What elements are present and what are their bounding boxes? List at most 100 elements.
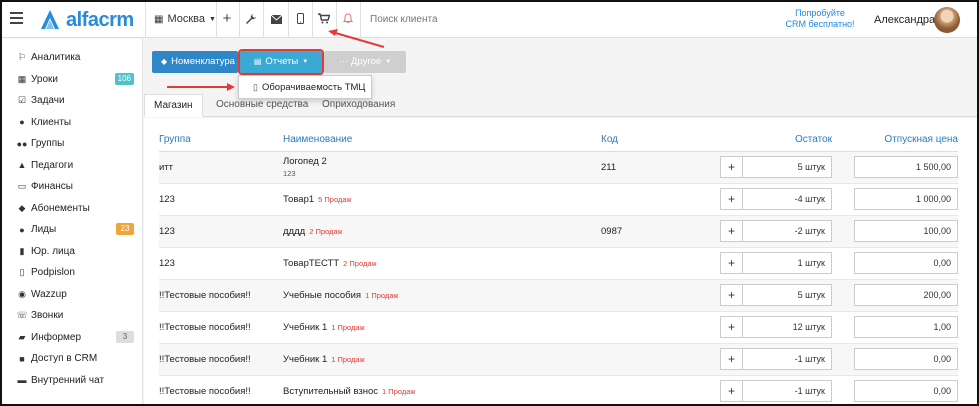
cell-name[interactable]: Вступительный взнос 1 Продаж [283,375,601,404]
sales-count[interactable]: 2 Продаж [309,227,342,236]
stock-field[interactable]: + -1 штук [720,348,832,370]
product-name[interactable]: Логопед 2 [283,156,327,167]
sidebar-item-1[interactable]: ▦ Уроки 106 [2,69,142,91]
price-input[interactable]: 200,00 [854,284,958,306]
sidebar-item-7[interactable]: ◆ Абонементы [2,198,142,220]
sidebar-item-13[interactable]: ▰ Информер 3 [2,327,142,349]
price-input[interactable]: 100,00 [854,220,958,242]
mail-icon[interactable] [268,13,284,27]
cell-name[interactable]: ТоварТЕСТТ 2 Продаж [283,247,601,280]
stock-field[interactable]: +1 штук [720,252,832,274]
plus-icon[interactable]: + [721,381,743,401]
plus-icon[interactable]: + [721,221,743,241]
stock-field[interactable]: + -2 штук [720,220,832,242]
sales-count[interactable]: 5 Продаж [318,195,351,204]
header-price[interactable]: Отпускная цена [832,129,958,152]
stock-field[interactable]: + -4 штук [720,188,832,210]
plus-icon[interactable]: + [721,349,743,369]
header-stock[interactable]: Остаток [716,129,832,152]
sidebar-item-3[interactable]: ● Клиенты [2,112,142,134]
sidebar-item-14[interactable]: ■ Доступ в CRM [2,348,142,370]
bell-icon[interactable] [340,13,356,27]
tab-shop[interactable]: Магазин [144,94,203,117]
branch-selector[interactable]: ▦ Москва ▼ [154,13,216,25]
price-input[interactable]: 0,00 [854,252,958,274]
product-name[interactable]: Учебные пособия [283,290,361,301]
product-name[interactable]: Учебник 1 [283,322,327,333]
cell-price: 0,00 [832,375,958,404]
nomenclature-button[interactable]: ◆ Номенклатура [152,51,238,73]
cell-name[interactable]: Товар1 5 Продаж [283,183,601,216]
price-input[interactable]: 0,00 [854,380,958,402]
group-text: 123 [159,257,175,269]
logo[interactable]: alfacrm [38,8,134,32]
mobile-icon[interactable] [292,13,308,27]
header-code[interactable]: Код [601,129,716,152]
search-input[interactable] [364,8,664,30]
price-input[interactable]: 1 500,00 [854,156,958,178]
avatar[interactable] [934,7,960,33]
cell-name[interactable]: Учебник 1 1 Продаж [283,343,601,376]
plus-icon[interactable]: + [721,285,743,305]
sales-count[interactable]: 1 Продаж [331,355,364,364]
product-name[interactable]: Вступительный взнос [283,386,378,397]
stock-value: 5 штук [797,290,825,300]
sidebar-item-4[interactable]: ●● Группы [2,133,142,155]
sidebar-item-11[interactable]: ◉ Wazzup [2,284,142,306]
sidebar-item-2[interactable]: ☑ Задачи [2,90,142,112]
sidebar-item-15[interactable]: ▬ Внутренний чат [2,370,142,392]
promo-link[interactable]: Попробуйте CRM бесплатно! [778,8,862,30]
price-input[interactable]: 1,00 [854,316,958,338]
sidebar-item-12[interactable]: ☏ Звонки [2,305,142,327]
wrench-icon[interactable] [243,13,259,28]
sidebar-item-label: Группы [31,138,65,150]
sales-count[interactable]: 1 Продаж [365,291,398,300]
logo-icon [41,10,59,29]
sales-count[interactable]: 2 Продаж [343,259,376,268]
sidebar-item-6[interactable]: ▭ Финансы [2,176,142,198]
header-group[interactable]: Группа [159,129,283,152]
table-row[interactable]: !!Тестовые пособия!! Вступительный взнос 1… [159,375,958,404]
reports-button[interactable]: ▤ Отчеты ▼ [238,49,324,75]
cell-name[interactable]: Учебные пособия 1 Продаж [283,279,601,312]
cart-icon[interactable] [316,13,332,27]
price-input[interactable]: 0,00 [854,348,958,370]
other-button[interactable]: ··· Другое ▼ [324,51,406,73]
cell-name[interactable]: дддд 2 Продаж [283,215,601,248]
stock-field[interactable]: + -1 штук [720,380,832,402]
product-name[interactable]: Товар1 [283,194,314,205]
cell-name[interactable]: Логопед 2 123 [283,151,601,184]
product-name[interactable]: Учебник 1 [283,354,327,365]
cell-name[interactable]: Учебник 1 1 Продаж [283,311,601,344]
product-name[interactable]: ТоварТЕСТТ [283,258,339,269]
sidebar-item-8[interactable]: ● Лиды 23 [2,219,142,241]
plus-icon[interactable]: + [721,189,743,209]
product-name[interactable]: дддд [283,226,305,237]
table-row[interactable]: 123 Товар1 5 Продаж + -4 штук 1 000,00 [159,183,958,216]
user-name[interactable]: Александра [874,14,935,26]
plus-icon[interactable]: + [721,317,743,337]
table-row[interactable]: итт Логопед 2 123 211 +5 штук 1 500,00 [159,151,958,184]
sidebar-item-0[interactable]: ⚐ Аналитика [2,47,142,69]
stock-field[interactable]: +5 штук [720,284,832,306]
sidebar-item-label: Доступ в CRM [31,353,98,365]
sidebar-item-5[interactable]: ▲ Педагоги [2,155,142,177]
menu-icon[interactable] [10,12,23,26]
table-row[interactable]: !!Тестовые пособия!! Учебник 1 1 Продаж +12… [159,311,958,344]
stock-field[interactable]: +12 штук [720,316,832,338]
header-name[interactable]: Наименование [283,129,601,152]
sales-count[interactable]: 1 Продаж [331,323,364,332]
reports-dropdown-item[interactable]: ▯ Оборачиваемость ТМЦ [238,75,372,99]
stock-field[interactable]: +5 штук [720,156,832,178]
table-row[interactable]: !!Тестовые пособия!! Учебные пособия 1 Про… [159,279,958,312]
price-input[interactable]: 1 000,00 [854,188,958,210]
sales-count[interactable]: 1 Продаж [382,387,415,396]
sidebar-item-9[interactable]: ▮ Юр. лица [2,241,142,263]
sidebar-item-10[interactable]: ▯ Podpislon [2,262,142,284]
plus-icon[interactable]: + [721,157,743,177]
table-row[interactable]: 123 ТоварТЕСТТ 2 Продаж +1 штук 0,00 [159,247,958,280]
plus-icon[interactable]: + [721,253,743,273]
table-row[interactable]: !!Тестовые пособия!! Учебник 1 1 Продаж + -1… [159,343,958,376]
plus-icon[interactable]: + [219,10,235,27]
table-row[interactable]: 123 дддд 2 Продаж 0987 + -2 штук 100,00 [159,215,958,248]
